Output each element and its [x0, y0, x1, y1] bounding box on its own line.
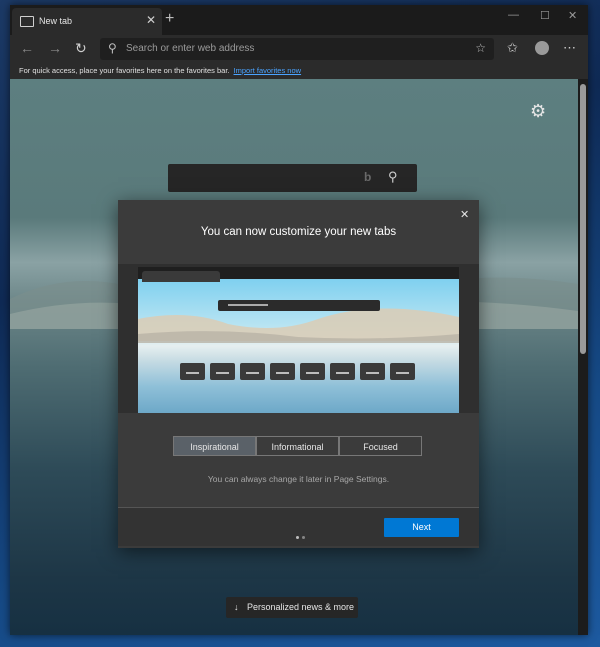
- new-tab-page-icon: [20, 16, 34, 27]
- layout-preview: [138, 267, 459, 413]
- tab-close-icon[interactable]: ✕: [146, 13, 156, 27]
- preview-tile: [180, 363, 205, 380]
- preview-tile: [360, 363, 385, 380]
- bing-icon: b: [364, 170, 372, 184]
- close-window-button[interactable]: ✕: [568, 9, 577, 22]
- refresh-icon[interactable]: ↻: [75, 40, 87, 57]
- page-search-box[interactable]: b ⚲: [168, 164, 417, 192]
- preview-tile: [300, 363, 325, 380]
- more-icon[interactable]: ⋯: [563, 40, 576, 56]
- page-dot: [302, 536, 305, 539]
- tab-strip: New tab ✕ + — ☐ ✕: [10, 5, 588, 35]
- preview-tile: [270, 363, 295, 380]
- search-icon[interactable]: ⚲: [388, 169, 398, 185]
- option-informational[interactable]: Informational: [256, 436, 339, 456]
- search-icon: ⚲: [108, 41, 117, 55]
- forward-icon[interactable]: →: [48, 40, 62, 56]
- dialog-footer: Next: [118, 508, 479, 546]
- address-bar[interactable]: ⚲ Search or enter web address ☆: [100, 38, 494, 60]
- preview-tile: [210, 363, 235, 380]
- customize-dialog: You can now customize your new tabs ✕ In…: [118, 200, 479, 548]
- new-tab-page: ⚙ b ⚲ You can now customize your new tab…: [10, 79, 578, 635]
- next-button[interactable]: Next: [384, 518, 459, 537]
- maximize-button[interactable]: ☐: [540, 9, 550, 22]
- gear-icon[interactable]: ⚙: [530, 101, 546, 122]
- preview-tile: [240, 363, 265, 380]
- page-dot: [296, 536, 299, 539]
- preview-tile: [330, 363, 355, 380]
- news-label: Personalized news & more: [247, 602, 355, 612]
- personalized-news-button[interactable]: ↓ Personalized news & more: [226, 597, 358, 618]
- close-icon[interactable]: ✕: [460, 208, 469, 221]
- tab-title: New tab: [39, 16, 73, 26]
- favorite-star-icon[interactable]: ☆: [475, 41, 486, 55]
- profile-icon[interactable]: [535, 41, 549, 55]
- browser-window: New tab ✕ + — ☐ ✕ ← → ↻ ⚲ Search or ente…: [10, 5, 588, 635]
- option-focused[interactable]: Focused: [339, 436, 422, 456]
- dialog-title: You can now customize your new tabs: [200, 226, 397, 238]
- scrollbar-thumb[interactable]: [580, 84, 586, 354]
- new-tab-button[interactable]: +: [165, 10, 174, 28]
- favorites-icon[interactable]: ✩: [507, 40, 518, 56]
- preview-tile: [390, 363, 415, 380]
- address-input[interactable]: Search or enter web address: [126, 43, 254, 54]
- import-favorites-link[interactable]: Import favorites now: [234, 66, 302, 75]
- tab-new-tab[interactable]: New tab ✕: [12, 8, 162, 35]
- arrow-down-icon: ↓: [234, 602, 239, 612]
- settings-hint: You can always change it later in Page S…: [207, 474, 390, 484]
- minimize-button[interactable]: —: [508, 9, 519, 21]
- back-icon[interactable]: ←: [20, 40, 34, 56]
- page-indicator: [296, 526, 308, 544]
- preview-search-bar: [218, 300, 380, 311]
- favorites-message: For quick access, place your favorites h…: [19, 66, 302, 75]
- favorites-bar: For quick access, place your favorites h…: [10, 64, 588, 79]
- scrollbar[interactable]: [578, 79, 588, 635]
- preview-tab: [142, 271, 220, 282]
- option-inspirational[interactable]: Inspirational: [173, 436, 256, 456]
- toolbar: ← → ↻ ⚲ Search or enter web address ☆ ✩ …: [10, 35, 588, 64]
